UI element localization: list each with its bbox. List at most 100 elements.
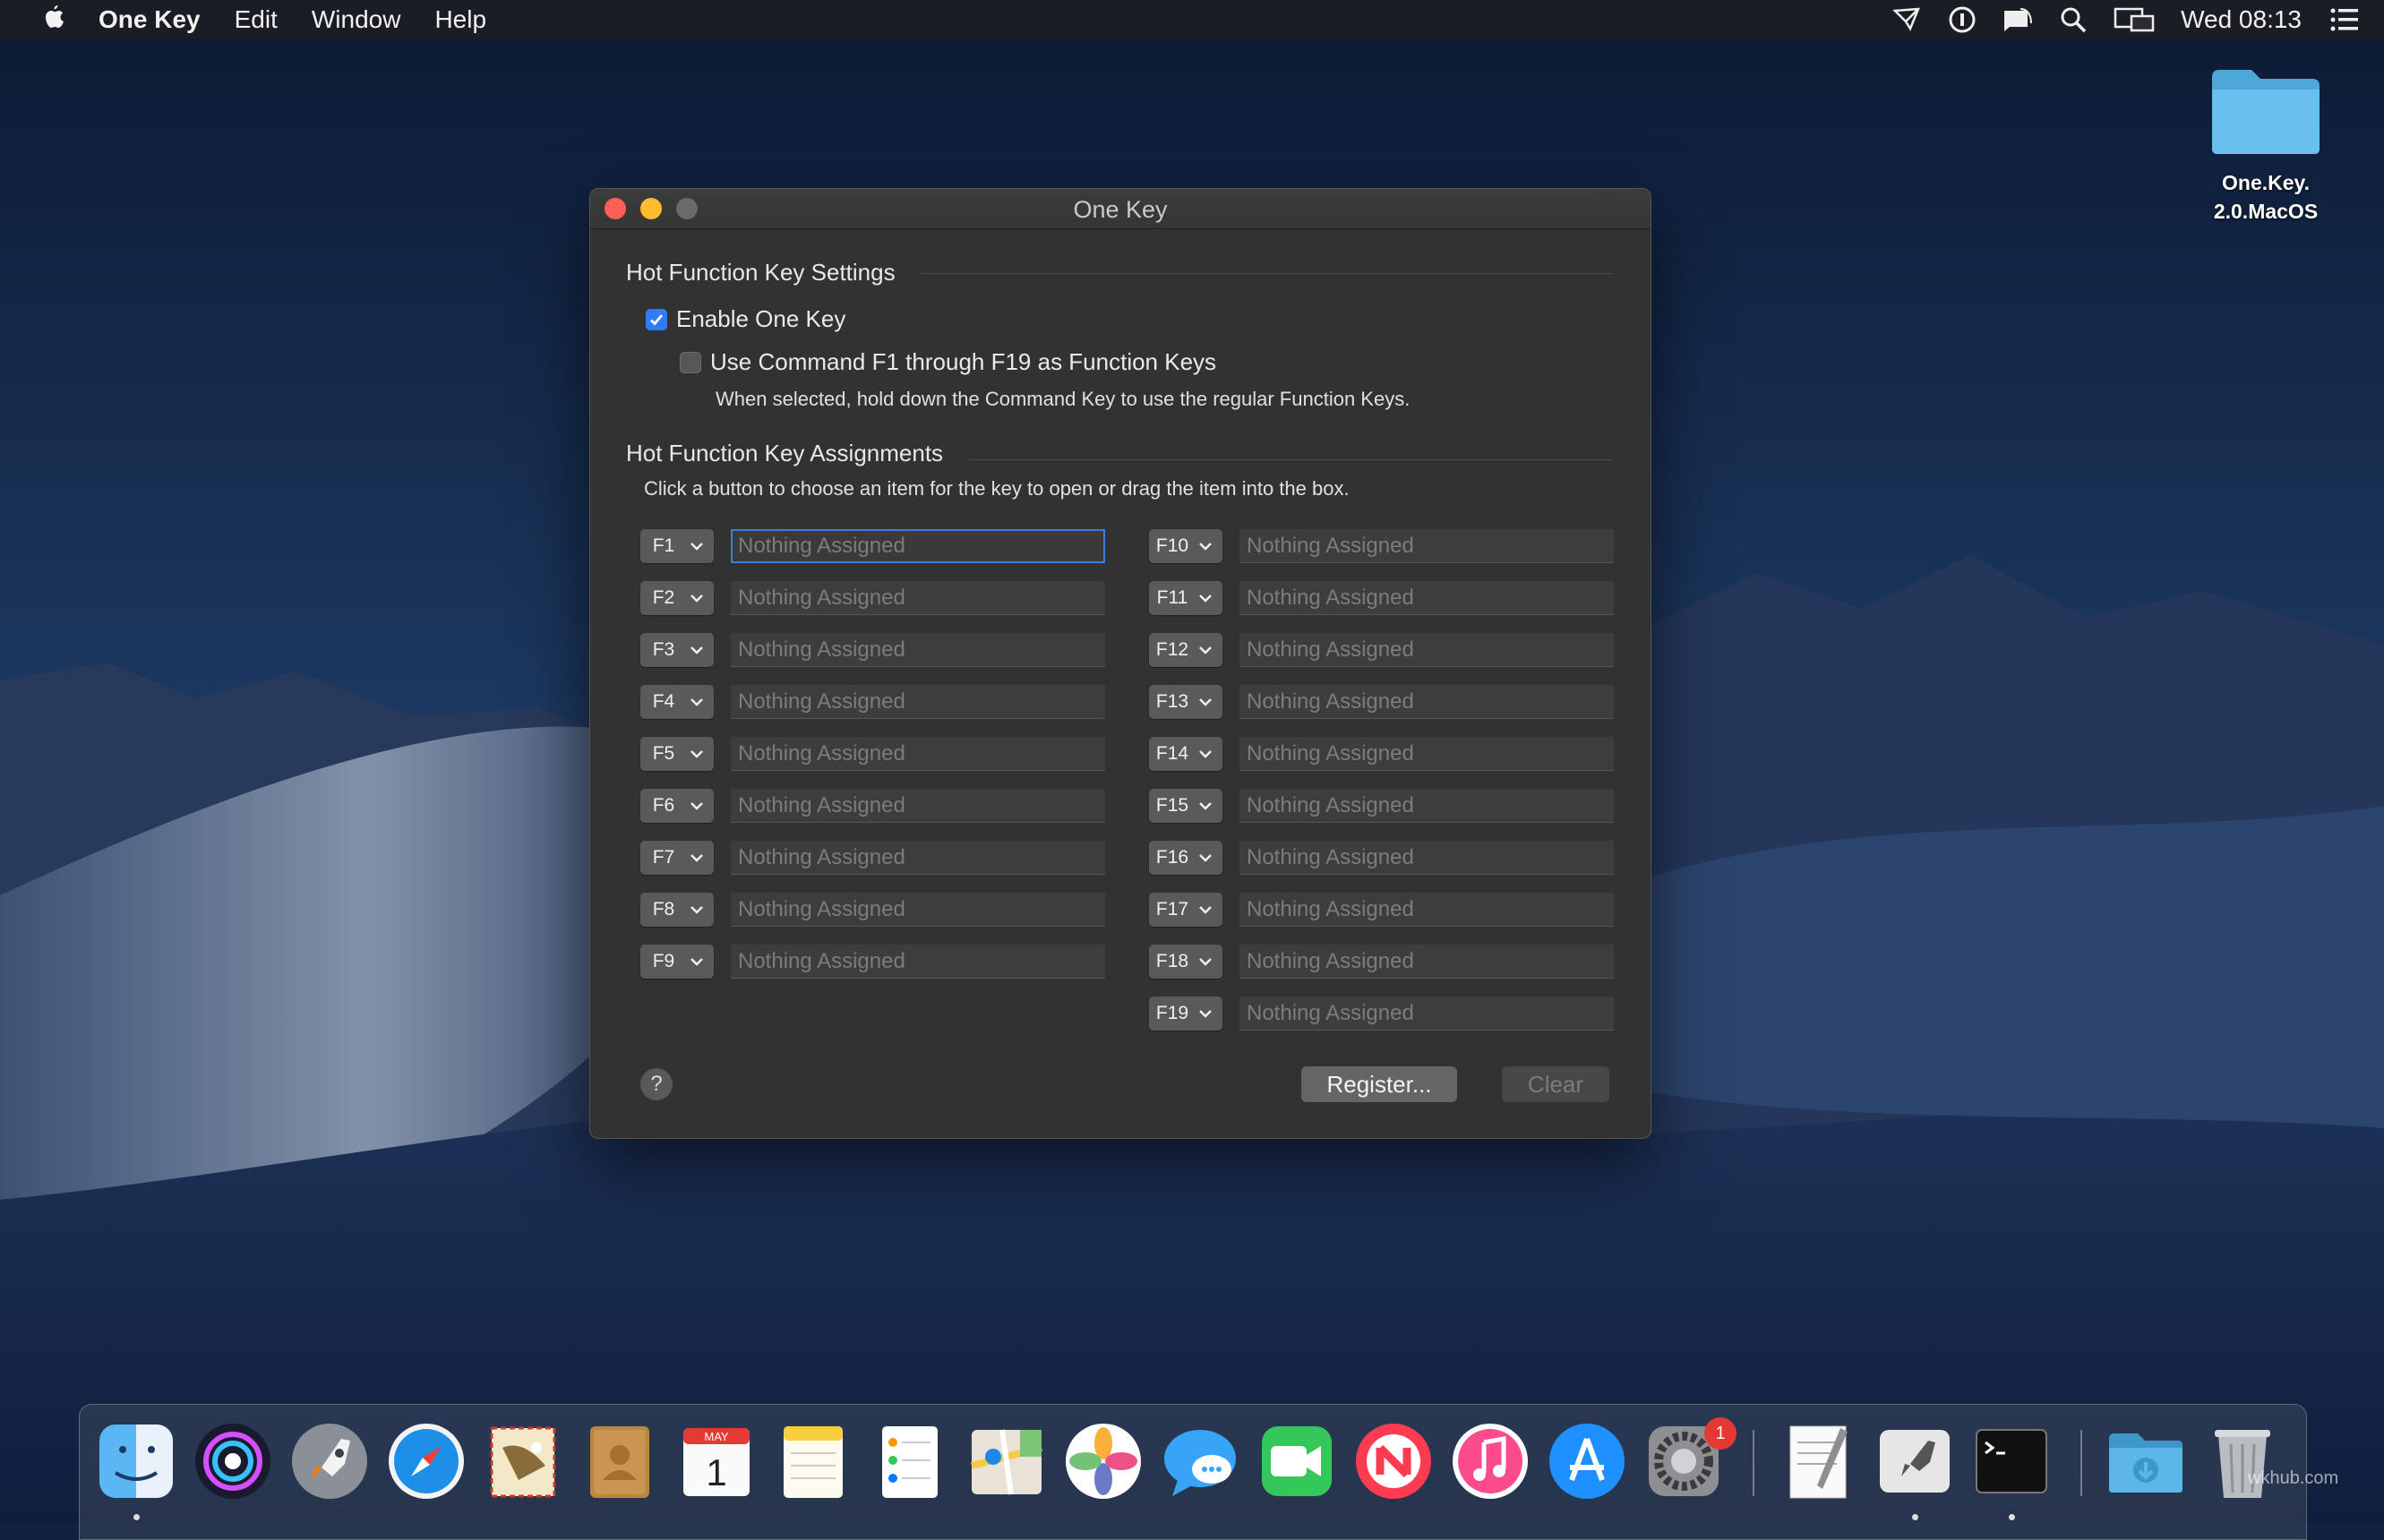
key-popup-f3[interactable]: F3 [640, 633, 714, 667]
notification-center-icon[interactable] [2328, 4, 2361, 36]
assignment-field-f6[interactable]: Nothing Assigned [731, 789, 1105, 823]
folder-label-line2: 2.0.MacOS [2213, 200, 2319, 223]
facetime-icon[interactable] [1256, 1421, 1337, 1502]
display-mirroring-icon[interactable] [2113, 4, 2157, 36]
key-label: F6 [652, 795, 675, 816]
menu-clock[interactable]: Wed 08:13 [2181, 5, 2302, 34]
messages-icon[interactable] [1160, 1421, 1240, 1502]
key-popup-f9[interactable]: F9 [640, 945, 714, 979]
terminal-icon[interactable] [1971, 1421, 2052, 1502]
register-button[interactable]: Register... [1301, 1066, 1457, 1102]
assignment-field-f8[interactable]: Nothing Assigned [731, 893, 1105, 927]
assignment-field-f11[interactable]: Nothing Assigned [1239, 581, 1614, 615]
enable-one-key-row[interactable]: Enable One Key [646, 305, 845, 333]
app-store-icon[interactable] [1547, 1421, 1627, 1502]
assignment-field-f4[interactable]: Nothing Assigned [731, 685, 1105, 719]
onekey-app-icon[interactable] [1874, 1421, 1955, 1502]
calendar-icon[interactable]: MAY 1 [676, 1421, 757, 1502]
reminders-icon[interactable] [870, 1421, 950, 1502]
clear-button[interactable]: Clear [1502, 1066, 1609, 1102]
key-popup-f18[interactable]: F18 [1149, 945, 1222, 979]
assignment-field-f2[interactable]: Nothing Assigned [731, 581, 1105, 615]
key-popup-f2[interactable]: F2 [640, 581, 714, 615]
assignment-field-f9[interactable]: Nothing Assigned [731, 945, 1105, 979]
spotlight-search-icon[interactable] [2057, 4, 2089, 36]
key-popup-f12[interactable]: F12 [1149, 633, 1222, 667]
title-bar[interactable]: One Key [590, 189, 1651, 229]
assignments-hint: Click a button to choose an item for the… [644, 477, 1350, 500]
dock-separator [1753, 1430, 1754, 1496]
maps-icon[interactable] [966, 1421, 1047, 1502]
menu-edit[interactable]: Edit [235, 5, 278, 34]
key-popup-f7[interactable]: F7 [640, 841, 714, 875]
chevron-down-icon [690, 958, 703, 966]
notification-badge: 1 [1704, 1417, 1737, 1450]
news-icon[interactable] [1353, 1421, 1434, 1502]
music-icon[interactable] [1450, 1421, 1531, 1502]
apple-menu-icon[interactable] [36, 2, 72, 38]
mail-icon[interactable] [483, 1421, 563, 1502]
key-popup-f10[interactable]: F10 [1149, 529, 1222, 563]
key-popup-f17[interactable]: F17 [1149, 893, 1222, 927]
assignment-field-f12[interactable]: Nothing Assigned [1239, 633, 1614, 667]
key-popup-f4[interactable]: F4 [640, 685, 714, 719]
key-popup-f19[interactable]: F19 [1149, 997, 1222, 1031]
assignment-field-f3[interactable]: Nothing Assigned [731, 633, 1105, 667]
textedit-icon[interactable] [1778, 1421, 1858, 1502]
key-popup-f15[interactable]: F15 [1149, 789, 1222, 823]
command-keys-row[interactable]: Use Command F1 through F19 as Function K… [680, 348, 1216, 376]
menu-window[interactable]: Window [312, 5, 401, 34]
desktop-folder-onekey[interactable]: One.Key. 2.0.MacOS [2185, 66, 2346, 226]
safari-icon[interactable] [386, 1421, 467, 1502]
1password-icon[interactable] [1946, 4, 1978, 36]
launchpad-icon[interactable] [289, 1421, 370, 1502]
notes-icon[interactable] [773, 1421, 853, 1502]
one-key-window: One Key Hot Function Key Settings Enable… [589, 188, 1651, 1139]
assignment-field-f17[interactable]: Nothing Assigned [1239, 893, 1614, 927]
menu-help[interactable]: Help [434, 5, 486, 34]
key-label: F11 [1156, 587, 1188, 608]
key-label: F17 [1155, 899, 1189, 920]
siri-icon[interactable] [193, 1421, 273, 1502]
key-popup-f16[interactable]: F16 [1149, 841, 1222, 875]
menu-app-name[interactable]: One Key [99, 5, 201, 34]
key-label: F16 [1155, 847, 1189, 868]
key-popup-f1[interactable]: F1 [640, 529, 714, 563]
command-keys-checkbox[interactable] [680, 351, 701, 373]
key-label: F4 [652, 691, 675, 712]
assignment-field-f1[interactable]: Nothing Assigned [731, 529, 1105, 563]
contacts-icon[interactable] [579, 1421, 660, 1502]
dock: MAY 1 1 [79, 1404, 2307, 1540]
assignment-field-f10[interactable]: Nothing Assigned [1239, 529, 1614, 563]
assignment-field-f19[interactable]: Nothing Assigned [1239, 997, 1614, 1031]
assignment-field-f5[interactable]: Nothing Assigned [731, 737, 1105, 771]
watermark: wkhub.com [2248, 1468, 2339, 1488]
chevron-down-icon [690, 543, 703, 551]
assignment-field-f13[interactable]: Nothing Assigned [1239, 685, 1614, 719]
assignment-field-f15[interactable]: Nothing Assigned [1239, 789, 1614, 823]
assignment-field-f16[interactable]: Nothing Assigned [1239, 841, 1614, 875]
checkmark-icon [650, 313, 664, 326]
enable-one-key-checkbox[interactable] [646, 308, 667, 330]
assignment-field-f7[interactable]: Nothing Assigned [731, 841, 1105, 875]
notification-icon[interactable] [2002, 4, 2034, 36]
key-popup-f14[interactable]: F14 [1149, 737, 1222, 771]
chevron-down-icon [690, 595, 703, 603]
finder-icon[interactable] [96, 1421, 176, 1502]
photos-icon[interactable] [1063, 1421, 1144, 1502]
assignment-field-f14[interactable]: Nothing Assigned [1239, 737, 1614, 771]
key-popup-f6[interactable]: F6 [640, 789, 714, 823]
key-popup-f13[interactable]: F13 [1149, 685, 1222, 719]
help-button[interactable]: ? [640, 1068, 673, 1100]
key-label: F8 [652, 899, 675, 920]
key-label: F18 [1155, 951, 1189, 971]
trash-icon[interactable] [2202, 1421, 2283, 1502]
send-icon[interactable] [1891, 4, 1923, 36]
key-popup-f5[interactable]: F5 [640, 737, 714, 771]
chevron-down-icon [690, 750, 703, 758]
settings-divider [918, 273, 1613, 274]
downloads-folder-icon[interactable] [2105, 1421, 2186, 1502]
key-popup-f8[interactable]: F8 [640, 893, 714, 927]
assignment-field-f18[interactable]: Nothing Assigned [1239, 945, 1614, 979]
key-popup-f11[interactable]: F11 [1149, 581, 1222, 615]
